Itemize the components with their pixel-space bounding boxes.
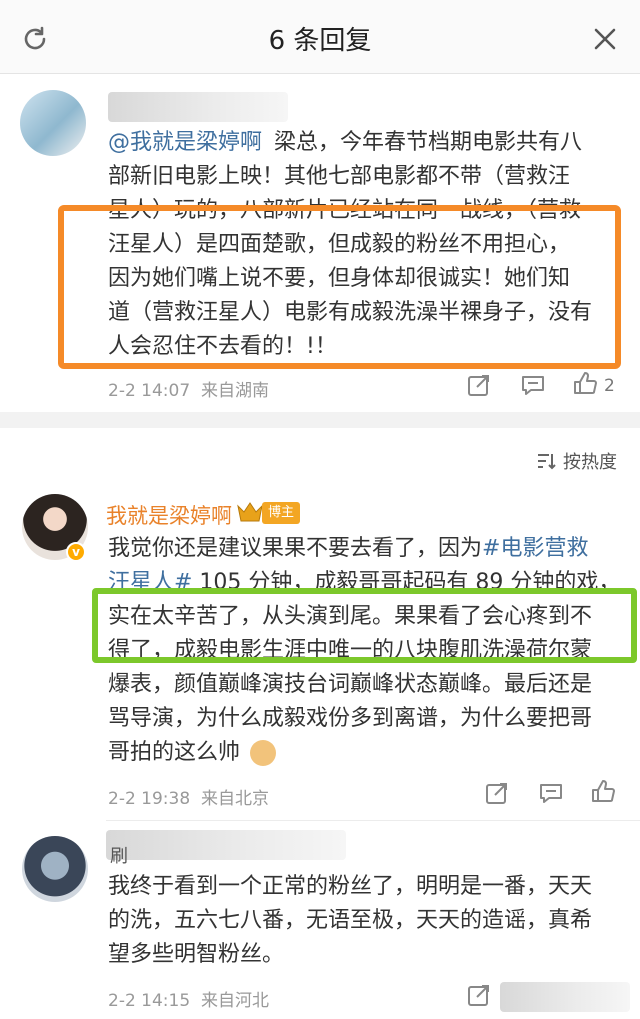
mention-link[interactable]: @我就是梁婷啊 — [108, 130, 262, 155]
reply-divider — [106, 820, 640, 821]
share-icon[interactable] — [484, 780, 510, 806]
like-count: 2 — [604, 376, 615, 396]
crown-icon — [237, 502, 263, 522]
section-separator — [0, 412, 640, 428]
sort-icon[interactable] — [535, 450, 557, 472]
reply-line: 哥拍的这么帅 — [108, 740, 241, 765]
avatar[interactable] — [22, 836, 88, 902]
reply-line: 望多些明智粉丝。 — [108, 942, 285, 967]
reply-username-partial: 刷 — [110, 846, 128, 867]
reply-time: 2-2 19:38 来自北京 — [108, 789, 269, 809]
dog-emoji-icon — [250, 740, 276, 766]
comment-icon[interactable] — [520, 372, 546, 398]
comment-time: 2-2 14:07 来自湖南 — [108, 381, 269, 401]
reply-line: 的洗，五六七八番，无语至极，天天的造谣，真希 — [108, 908, 593, 933]
reply-username[interactable]: 我就是梁婷啊 — [106, 500, 232, 530]
page-title: 6 条回复 — [268, 26, 372, 56]
verified-badge-icon: v — [66, 542, 86, 562]
close-icon[interactable] — [590, 24, 620, 54]
comment-line: 部新旧电影上映！其他七部电影都不带（营救汪 — [108, 164, 571, 189]
header: 6 条回复 — [0, 0, 640, 74]
reply-line: 爆表，颜值巅峰演技台词巅峰状态巅峰。最后还是 — [108, 672, 593, 697]
share-icon[interactable] — [466, 982, 492, 1008]
orange-highlight-box — [58, 205, 621, 369]
reply-line: 骂导演，为什么成毅戏份多到离谱，为什么要把哥 — [108, 706, 593, 731]
green-highlight-box — [92, 588, 637, 663]
comment-icon[interactable] — [538, 780, 564, 806]
comment-line: @我就是梁婷啊 梁总，今年春节档期电影共有八 — [108, 130, 583, 155]
reply-time: 2-2 14:15 来自河北 — [108, 991, 269, 1011]
blogger-badge: 博主 — [262, 502, 300, 524]
sort-by-hot-button[interactable]: 按热度 — [563, 448, 617, 474]
share-icon[interactable] — [466, 372, 492, 398]
blurred-watermark — [500, 982, 630, 1012]
reply-line: 我觉你还是建议果果不要去看了，因为#电影营救 — [108, 536, 589, 561]
like-icon[interactable] — [572, 370, 598, 396]
blurred-username[interactable] — [108, 92, 288, 122]
hashtag-link[interactable]: #电影营救 — [482, 536, 588, 561]
blurred-username[interactable] — [106, 830, 346, 860]
avatar[interactable] — [20, 90, 86, 156]
like-icon[interactable] — [590, 778, 616, 804]
reply-line: 我终于看到一个正常的粉丝了，明明是一番，天天 — [108, 874, 593, 899]
